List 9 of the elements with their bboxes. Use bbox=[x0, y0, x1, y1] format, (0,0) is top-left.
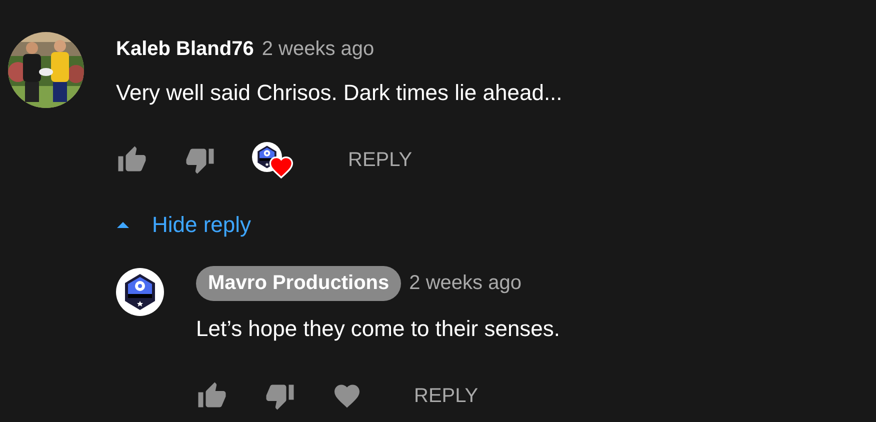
author-name[interactable]: Mavro Productions bbox=[196, 266, 402, 300]
comment-time[interactable]: 2 weeks ago bbox=[262, 38, 374, 60]
hide-replies-button[interactable]: Hide reply bbox=[116, 212, 252, 238]
comment-time[interactable]: 2 weeks ago bbox=[409, 272, 522, 294]
comment-text: Let’s hope they come to their senses. bbox=[196, 316, 560, 342]
reply-button[interactable]: REPLY bbox=[398, 384, 478, 408]
reply-button[interactable]: REPLY bbox=[332, 148, 412, 172]
author-name[interactable]: Kaleb Bland76 bbox=[116, 38, 254, 60]
comment-text: Very well said Chrisos. Dark times lie ahead... bbox=[116, 80, 562, 106]
